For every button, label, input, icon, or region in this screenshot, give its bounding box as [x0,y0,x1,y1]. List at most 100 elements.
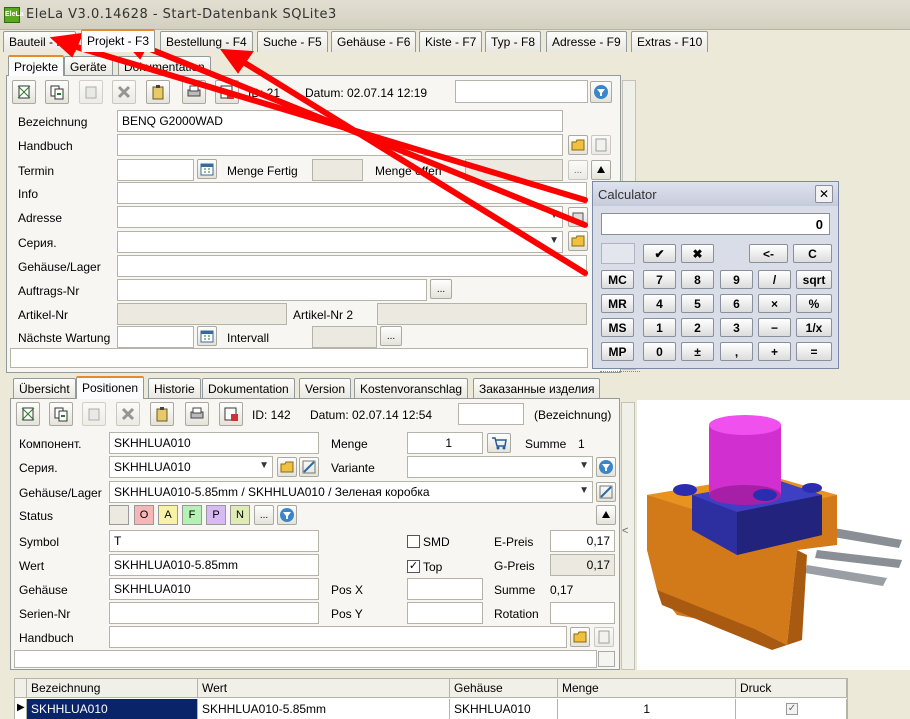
info-input[interactable] [117,182,587,204]
calc-0-button[interactable]: 0 [643,342,676,361]
calc-3-button[interactable]: 3 [720,318,753,337]
cell-gehaeuse[interactable]: SKHHLUA010 [450,699,558,719]
tab-dokumentation[interactable]: Dokumentation [118,56,211,76]
document-icon[interactable] [591,135,611,155]
calendar-icon[interactable] [197,159,217,179]
calc-clear-button[interactable]: C [793,244,832,263]
tab-zakazannye[interactable]: Заказанные изделия [473,378,601,399]
tab-version[interactable]: Version [299,378,352,399]
paste-position-icon[interactable] [82,402,106,426]
export-icon[interactable] [215,80,239,104]
print-position-icon[interactable] [185,402,209,426]
open-folder-icon[interactable] [568,231,588,251]
menge-input[interactable]: 1 [407,432,483,454]
status-chip-n[interactable]: N [230,505,250,525]
variante-select[interactable]: ▼ [407,456,593,478]
tab-bauteil[interactable]: Bauteil - F2 [3,31,77,52]
calc-4-button[interactable]: 4 [643,294,676,313]
tab-adresse[interactable]: Adresse - F9 [546,31,627,52]
adresse-select[interactable]: ▼ [117,206,563,228]
paste-icon[interactable] [79,80,103,104]
open-folder-icon[interactable] [277,457,297,477]
artikel-nr2-input[interactable] [377,303,587,325]
open-folder-icon[interactable] [568,135,588,155]
tab-projekte[interactable]: Projekte [8,55,65,76]
table-header-druck[interactable]: Druck [736,679,847,698]
calc-6-button[interactable]: 6 [720,294,753,313]
table-row[interactable]: ▶ SKHHLUA010 SKHHLUA010-5.85mm SKHHLUA01… [15,699,849,719]
calc-plus-button[interactable]: + [758,342,791,361]
calc-mr-button[interactable]: MR [601,294,634,313]
menge-fertig-input[interactable] [312,159,363,181]
calc-backspace-button[interactable]: <- [749,244,788,263]
tab-suche[interactable]: Suche - F5 [257,31,328,52]
table-header-gehaeuse[interactable]: Gehäuse [450,679,558,698]
status-chip-p[interactable]: P [206,505,226,525]
wartung-input[interactable] [117,326,194,348]
export-position-icon[interactable] [219,402,243,426]
pos-x-input[interactable] [407,578,483,600]
preview-splitter-icon[interactable]: < [622,525,628,537]
tab-historie[interactable]: Historie [148,378,201,399]
status-chip-f[interactable]: F [182,505,202,525]
tab-positionen[interactable]: Positionen [76,376,145,399]
gehaeuse-input[interactable]: SKHHLUA010 [109,578,319,600]
calc-reciprocal-button[interactable]: 1/x [796,318,832,337]
address-lookup-icon[interactable] [568,207,588,227]
delete-position-icon[interactable] [116,402,140,426]
cell-menge[interactable]: 1 [558,699,736,719]
intervall-input[interactable] [312,326,377,348]
calc-1-button[interactable]: 1 [643,318,676,337]
collapse-up-icon[interactable] [591,160,611,180]
clipboard-position-icon[interactable] [150,402,174,426]
status-chip-o[interactable]: O [134,505,154,525]
tab-bestellung[interactable]: Bestellung - F4 [160,31,253,52]
druck-checkbox[interactable]: ✓ [786,703,798,715]
g-preis-input[interactable]: 0,17 [550,554,615,576]
handbuch-input[interactable] [117,134,563,156]
table-header-menge[interactable]: Menge [558,679,736,698]
calc-ms-button[interactable]: MS [601,318,634,337]
filter-icon[interactable] [596,457,616,477]
calc-mp-button[interactable]: MP [601,342,634,361]
calc-minus-button[interactable]: − [758,318,791,337]
handbuch-lower-input[interactable] [109,626,567,648]
splitter-handle[interactable] [600,371,640,375]
document-icon[interactable] [594,627,614,647]
filter-icon[interactable] [590,81,612,103]
pos-y-input[interactable] [407,602,483,624]
filter-icon[interactable] [277,505,297,525]
calendar-icon[interactable] [197,326,217,346]
cell-druck[interactable]: ✓ [736,699,847,719]
link-icon[interactable] [596,482,616,502]
new-position-icon[interactable] [16,402,40,426]
tab-projekt[interactable]: Projekt - F3 [81,29,156,52]
project-notes-input[interactable] [10,348,588,368]
calc-mc-button[interactable]: MC [601,270,634,289]
clipboard-icon[interactable] [146,80,170,104]
calc-5-button[interactable]: 5 [681,294,714,313]
dots-button[interactable]: ... [568,160,588,180]
calc-divide-button[interactable]: / [758,270,791,289]
cell-wert[interactable]: SKHHLUA010-5.85mm [198,699,450,719]
calc-cancel-button[interactable]: ✖ [681,244,714,263]
tab-kostenvoranschlag[interactable]: Kostenvoranschlag [354,378,469,399]
e-preis-input[interactable]: 0,17 [550,530,615,552]
smd-checkbox[interactable] [407,535,420,548]
link-icon[interactable] [299,457,319,477]
project-search-input[interactable] [455,80,588,103]
collapse-up-icon[interactable] [596,505,616,525]
gehaeuse-lager-lower-select[interactable]: SKHHLUA010-5.85mm / SKHHLUA010 / Зеленая… [109,481,593,503]
tab-extras[interactable]: Extras - F10 [631,31,709,52]
auftrags-dots-button[interactable]: ... [430,279,452,299]
calc-sqrt-button[interactable]: sqrt [796,270,832,289]
status-chip-a[interactable]: A [158,505,178,525]
calc-multiply-button[interactable]: × [758,294,791,313]
rotation-input[interactable] [550,602,615,624]
termin-input[interactable] [117,159,194,181]
gehaeuse-lager-select[interactable] [117,255,587,277]
status-dots-button[interactable]: ... [254,505,274,525]
calc-2-button[interactable]: 2 [681,318,714,337]
calc-equals-button[interactable]: = [796,342,832,361]
calc-8-button[interactable]: 8 [681,270,714,289]
